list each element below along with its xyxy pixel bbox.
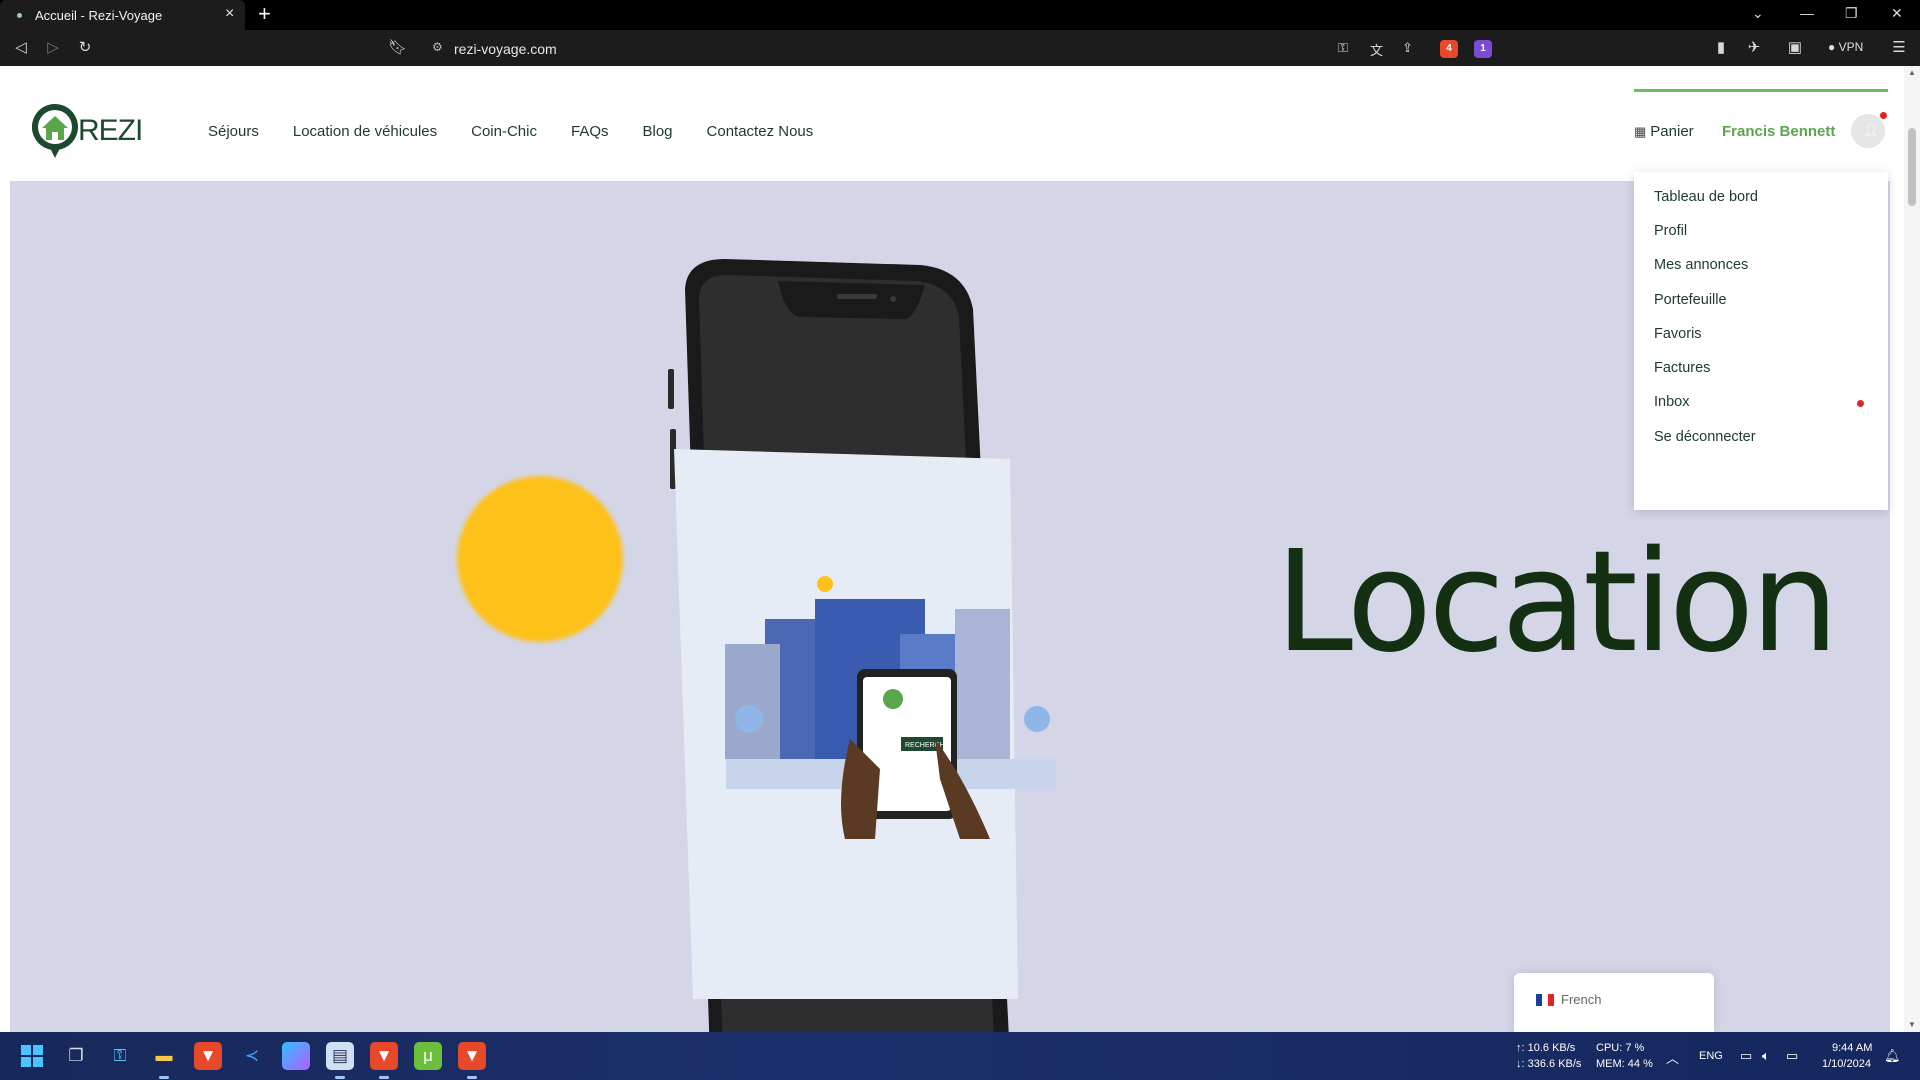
reload-icon[interactable]: ↻	[76, 39, 94, 57]
nav-faqs[interactable]: FAQs	[571, 123, 609, 140]
mem-usage: MEM: 44 %	[1596, 1058, 1653, 1070]
menu-item-mes-annonces[interactable]: Mes annonces	[1654, 257, 1748, 273]
utorrent-icon[interactable]: μ	[414, 1042, 442, 1070]
cart-label: Panier	[1650, 123, 1694, 140]
web-page: REZI Séjours Location de véhicules Coin-…	[0, 66, 1920, 1032]
menu-item-se-deconnecter[interactable]: Se déconnecter	[1654, 429, 1756, 445]
tab-list-chevron-icon[interactable]: ⌄	[1752, 5, 1764, 22]
page-scrollbar[interactable]: ▲ ▼	[1904, 66, 1920, 1032]
menu-item-favoris[interactable]: Favoris	[1654, 326, 1702, 342]
tray-overflow-chevron-icon[interactable]: ︿	[1666, 1048, 1679, 1067]
notification-dot	[1880, 112, 1887, 119]
window-close-icon[interactable]: ✕	[1891, 5, 1903, 22]
main-nav: Séjours Location de véhicules Coin-Chic …	[208, 123, 813, 140]
url-text[interactable]: rezi-voyage.com	[454, 41, 557, 57]
menu-item-profil[interactable]: Profil	[1654, 223, 1687, 239]
phone-illustration: RECHERCHE	[668, 259, 1056, 1032]
header-accent-line	[1634, 89, 1888, 92]
windows-taskbar: ❐ ⚿ ▬ ▼ ≺ ▤ ▼ μ ▼ ↑: 10.6 KB/s ↓: 336.6 …	[0, 1032, 1920, 1080]
scroll-down-icon[interactable]: ▼	[1908, 1020, 1916, 1029]
network-icon[interactable]: ▭	[1740, 1048, 1752, 1064]
nav-location-vehicules[interactable]: Location de véhicules	[293, 123, 437, 140]
back-icon[interactable]: ◁	[12, 39, 30, 57]
file-explorer-icon[interactable]: ▬	[150, 1042, 178, 1079]
browser-menu-icon[interactable]: ☰	[1890, 39, 1908, 57]
tab-close-icon[interactable]: ×	[225, 5, 234, 23]
minimize-icon[interactable]: —	[1800, 5, 1814, 21]
cpu-usage: CPU: 7 %	[1596, 1042, 1645, 1054]
language-switcher[interactable]: French	[1514, 973, 1714, 1032]
vscode-icon[interactable]: ≺	[238, 1042, 266, 1070]
scroll-thumb[interactable]	[1908, 128, 1916, 206]
translate-icon[interactable]: 文	[1370, 40, 1383, 59]
key-app-icon[interactable]: ⚿	[106, 1042, 134, 1070]
notification-bell-icon[interactable]: 🔔︎	[1884, 1048, 1901, 1064]
nav-blog[interactable]: Blog	[643, 123, 673, 140]
download-speed: ↓: 336.6 KB/s	[1516, 1058, 1582, 1070]
new-tab-icon[interactable]: +	[258, 2, 271, 26]
address-bar[interactable]: ⚙︎ rezi-voyage.com ⚿ 文 ⇪ 4 1	[422, 34, 1500, 62]
menu-item-tableau-de-bord[interactable]: Tableau de bord	[1654, 189, 1758, 205]
extension-icon[interactable]: ✈	[1745, 39, 1763, 57]
brave-rewards-icon[interactable]: 1	[1474, 40, 1492, 58]
logo-text: REZI	[78, 114, 142, 147]
phone-search-button-text: RECHERCHE	[905, 742, 950, 749]
hero-heading: Location	[1275, 521, 1839, 684]
french-flag-icon	[1536, 994, 1554, 1006]
restore-icon[interactable]: ❐	[1845, 5, 1858, 22]
site-info-icon[interactable]: ⚙︎	[432, 40, 443, 54]
task-view-icon[interactable]: ❐	[62, 1042, 90, 1070]
design-app-icon[interactable]	[282, 1042, 310, 1070]
brave-beta-icon[interactable]: ▼	[370, 1042, 398, 1079]
browser-tab[interactable]: Accueil - Rezi-Voyage ×	[0, 0, 245, 30]
upload-speed: ↑: 10.6 KB/s	[1516, 1042, 1576, 1054]
tab-favicon-icon	[17, 13, 22, 18]
input-language[interactable]: ENG	[1699, 1050, 1723, 1062]
browser-toolbar: ◁ ▷ ↻ 🔖︎ ⚙︎ rezi-voyage.com ⚿ 文 ⇪ 4 1 ▮ …	[0, 30, 1920, 66]
browser-tab-bar: Accueil - Rezi-Voyage × + ⌄ — ❐ ✕	[0, 0, 1920, 30]
sidebar-icon[interactable]: ▮	[1712, 39, 1730, 57]
password-key-icon[interactable]: ⚿	[1338, 40, 1348, 56]
brave-browser-icon[interactable]: ▼	[194, 1042, 222, 1070]
inbox-notification-dot	[1857, 400, 1864, 407]
monitor-app-icon[interactable]: ▤	[326, 1042, 354, 1079]
forward-icon[interactable]: ▷	[44, 39, 62, 57]
nav-coin-chic[interactable]: Coin-Chic	[471, 123, 537, 140]
volume-icon[interactable]: 🔈︎	[1762, 1048, 1770, 1064]
user-name[interactable]: Francis Bennett	[1722, 123, 1835, 140]
menu-item-factures[interactable]: Factures	[1654, 360, 1710, 376]
avatar[interactable]: 👤︎	[1851, 112, 1887, 148]
menu-item-inbox[interactable]: Inbox	[1654, 394, 1689, 410]
user-dropdown-menu: Tableau de bord Profil Mes annonces Port…	[1634, 172, 1888, 510]
cart-icon: ▦	[1634, 124, 1647, 139]
bookmark-icon[interactable]: 🔖︎	[388, 39, 407, 57]
language-label: French	[1561, 992, 1602, 1007]
wallet-icon[interactable]: ▣	[1786, 39, 1804, 57]
nav-contact[interactable]: Contactez Nous	[707, 123, 814, 140]
sun-decoration	[457, 476, 623, 642]
scroll-up-icon[interactable]: ▲	[1908, 68, 1916, 77]
clock-time[interactable]: 9:44 AM	[1832, 1042, 1872, 1054]
tab-title: Accueil - Rezi-Voyage	[35, 8, 163, 23]
menu-item-portefeuille[interactable]: Portefeuille	[1654, 292, 1727, 308]
hero-banner: RECHERCHE Location	[10, 181, 1890, 1032]
share-icon[interactable]: ⇪	[1402, 40, 1413, 56]
user-icon: 👤︎	[1863, 123, 1879, 137]
vpn-label: VPN	[1838, 40, 1864, 54]
cart-button[interactable]: ▦ Panier	[1634, 123, 1694, 140]
windows-start-icon[interactable]	[18, 1042, 46, 1070]
clock-date[interactable]: 1/10/2024	[1822, 1058, 1871, 1070]
brave-nightly-icon[interactable]: ▼	[458, 1042, 486, 1079]
rezi-logo[interactable]: REZI	[30, 100, 145, 164]
brave-shields-icon[interactable]: 4	[1440, 40, 1458, 58]
vpn-button[interactable]: ● VPN	[1828, 40, 1863, 54]
nav-sejours[interactable]: Séjours	[208, 123, 259, 140]
battery-icon[interactable]: ▭	[1786, 1048, 1798, 1064]
